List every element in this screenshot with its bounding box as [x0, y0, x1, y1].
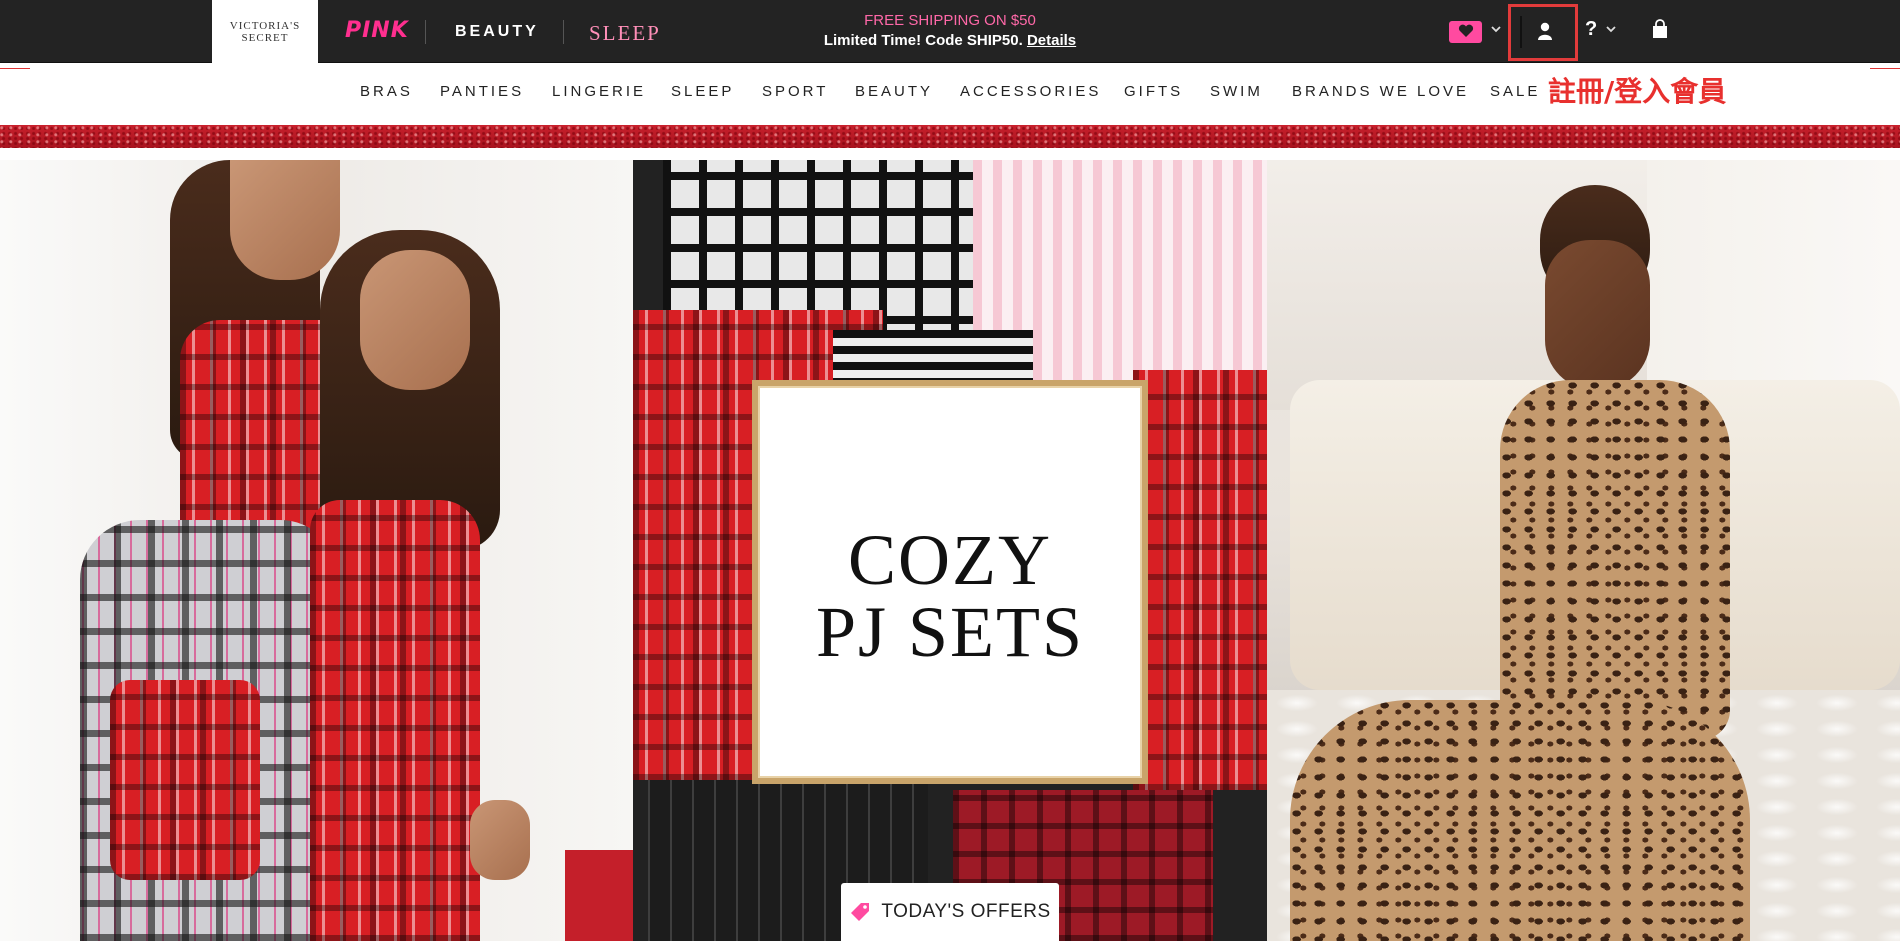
shopping-bag-icon[interactable]	[1651, 19, 1669, 39]
brand-divider	[425, 20, 426, 44]
leopard-pajama-top	[1500, 380, 1730, 740]
nav-item-panties[interactable]: PANTIES	[440, 83, 524, 100]
chevron-down-icon[interactable]	[1490, 22, 1502, 37]
price-tag-icon	[849, 901, 871, 923]
account-user-icon[interactable]	[1535, 20, 1555, 42]
spacer	[0, 148, 1900, 160]
leopard-pajama-pants	[1290, 700, 1750, 941]
todays-offers-button[interactable]: TODAY'S OFFERS	[841, 883, 1059, 941]
glitter-banner	[0, 125, 1900, 148]
nav-item-gifts[interactable]: GIFTS	[1124, 83, 1183, 100]
register-login-annotation: 註冊/登入會員	[1548, 75, 1727, 108]
brand-link-sleep[interactable]: SLEEP	[589, 21, 661, 46]
nav-item-beauty[interactable]: BEAUTY	[855, 83, 933, 100]
logo-line-1: VICTORIA'S	[229, 19, 301, 32]
nav-item-sleep[interactable]: SLEEP	[671, 83, 734, 100]
edge-mark	[0, 68, 30, 69]
favorites-button[interactable]	[1449, 21, 1482, 43]
promo-title-line-2: PJ SETS	[815, 592, 1085, 672]
heart-icon	[1458, 24, 1474, 41]
hero-image-left[interactable]	[0, 160, 633, 941]
nav-item-bras[interactable]: BRAS	[360, 83, 413, 100]
promo-title-line-1: COZY	[848, 520, 1052, 600]
hands	[470, 800, 530, 880]
promo-headline: FREE SHIPPING ON $50	[864, 12, 1036, 29]
cozy-pj-sets-card[interactable]: COZY PJ SETS	[752, 380, 1148, 784]
nav-item-lingerie[interactable]: LINGERIE	[552, 83, 646, 100]
nav-item-sport[interactable]: SPORT	[762, 83, 828, 100]
promo-details-link[interactable]: Details	[1027, 32, 1076, 49]
plaid-shirt-red	[1133, 370, 1267, 790]
todays-offers-label: TODAY'S OFFERS	[881, 901, 1051, 922]
window-light	[1647, 160, 1900, 410]
plaid-pajama-red	[110, 680, 260, 880]
gift-box	[565, 850, 633, 941]
nav-item-sale[interactable]: SALE	[1490, 83, 1540, 100]
brand-link-pink[interactable]: PINK	[345, 18, 409, 43]
brand-divider	[563, 20, 564, 44]
help-button[interactable]: ?	[1585, 18, 1597, 41]
plaid-pajama-red	[310, 500, 480, 941]
face	[1545, 240, 1650, 390]
face	[360, 250, 470, 390]
face	[230, 160, 340, 280]
nav-item-swim[interactable]: SWIM	[1210, 83, 1263, 100]
account-divider	[1520, 16, 1522, 48]
promo-code-text: Limited Time! Code SHIP50.	[823, 32, 1023, 49]
top-bar: VICTORIA'S SECRET PINK BEAUTY SLEEP FREE…	[0, 0, 1900, 63]
edge-mark	[1870, 68, 1900, 69]
nav-item-accessories[interactable]: ACCESSORIES	[960, 83, 1101, 100]
victorias-secret-logo[interactable]: VICTORIA'S SECRET	[212, 0, 318, 63]
brand-link-beauty[interactable]: BEAUTY	[455, 23, 539, 41]
logo-line-2: SECRET	[241, 31, 289, 44]
promo-subline: Limited Time! Code SHIP50. Details	[790, 31, 1110, 51]
nav-item-brands-we-love[interactable]: BRANDS WE LOVE	[1292, 83, 1469, 100]
promo-banner: FREE SHIPPING ON $50 Limited Time! Code …	[790, 11, 1110, 51]
chevron-down-icon[interactable]	[1605, 22, 1617, 37]
